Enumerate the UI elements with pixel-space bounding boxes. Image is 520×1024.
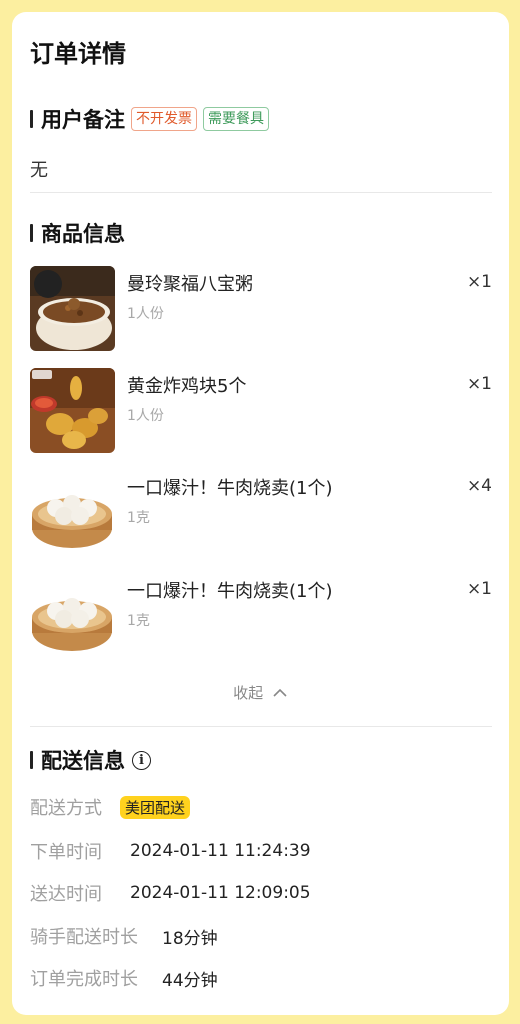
delivered-time-row: 送达时间 2024-01-11 12:09:05 xyxy=(30,880,311,906)
item-name: 一口爆汁！牛肉烧卖(1个) xyxy=(127,478,333,499)
item-quantity: ×1 xyxy=(466,272,492,292)
section-bar xyxy=(30,751,33,769)
order-detail-card: 订单详情 用户备注 不开发票 需要餐具 无 商品信息 曼玲聚福八宝粥 1人份 ×… xyxy=(12,12,509,1015)
row-label: 骑手配送时长 xyxy=(30,927,138,948)
order-complete-duration-row: 订单完成时长 44分钟 xyxy=(30,965,218,991)
no-invoice-tag: 不开发票 xyxy=(131,107,197,131)
goods-item[interactable]: 一口爆汁！牛肉烧卖(1个) 1克 ×1 xyxy=(30,573,492,659)
rider-duration-row: 骑手配送时长 18分钟 xyxy=(30,923,218,949)
info-icon[interactable]: i xyxy=(132,750,151,770)
goods-item[interactable]: 曼玲聚福八宝粥 1人份 ×1 xyxy=(30,266,492,352)
row-value: 2024-01-11 12:09:05 xyxy=(130,883,311,903)
goods-item[interactable]: 黄金炸鸡块5个 1人份 ×1 xyxy=(30,368,492,454)
order-time-row: 下单时间 2024-01-11 11:24:39 xyxy=(30,838,311,864)
divider xyxy=(30,726,492,727)
goods-title: 商品信息 xyxy=(41,222,125,246)
item-spec: 1克 xyxy=(127,613,150,629)
item-spec: 1克 xyxy=(127,510,150,526)
delivery-method-badge: 美团配送 xyxy=(120,795,191,819)
item-spec: 1人份 xyxy=(127,408,164,424)
row-value: 18分钟 xyxy=(162,928,218,949)
chevron-up-icon xyxy=(273,688,287,697)
item-name: 一口爆汁！牛肉烧卖(1个) xyxy=(127,581,333,602)
row-label: 订单完成时长 xyxy=(30,969,138,990)
delivery-title: 配送信息 xyxy=(41,749,125,773)
item-quantity: ×1 xyxy=(466,579,492,599)
utensils-tag: 需要餐具 xyxy=(203,107,269,131)
item-name: 黄金炸鸡块5个 xyxy=(127,376,247,397)
delivery-section-header: 配送信息 i xyxy=(30,745,151,775)
collapse-label: 收起 xyxy=(233,684,264,702)
shumai-steamer-image xyxy=(30,573,115,658)
goods-item[interactable]: 一口爆汁！牛肉烧卖(1个) 1克 ×4 xyxy=(30,470,492,556)
remarks-title: 用户备注 xyxy=(41,108,125,132)
section-bar xyxy=(30,110,33,128)
collapse-button[interactable]: 收起 xyxy=(12,682,509,703)
row-value: 44分钟 xyxy=(162,970,218,991)
remarks-section-header: 用户备注 不开发票 需要餐具 xyxy=(30,104,269,134)
fried-chicken-nuggets-image xyxy=(30,368,115,453)
row-label: 配送方式 xyxy=(30,798,102,819)
shumai-steamer-image xyxy=(30,470,115,555)
congee-bowl-image xyxy=(30,266,115,351)
section-bar xyxy=(30,224,33,242)
item-quantity: ×4 xyxy=(466,476,492,496)
divider xyxy=(30,192,492,193)
item-quantity: ×1 xyxy=(466,374,492,394)
row-label: 下单时间 xyxy=(30,842,102,863)
goods-section-header: 商品信息 xyxy=(30,218,125,248)
item-name: 曼玲聚福八宝粥 xyxy=(127,274,253,295)
page-title: 订单详情 xyxy=(30,40,126,68)
row-value: 2024-01-11 11:24:39 xyxy=(130,841,311,861)
remark-text: 无 xyxy=(30,160,48,181)
delivery-method-row: 配送方式 美团配送 xyxy=(30,794,191,820)
item-spec: 1人份 xyxy=(127,306,164,322)
row-label: 送达时间 xyxy=(30,884,102,905)
